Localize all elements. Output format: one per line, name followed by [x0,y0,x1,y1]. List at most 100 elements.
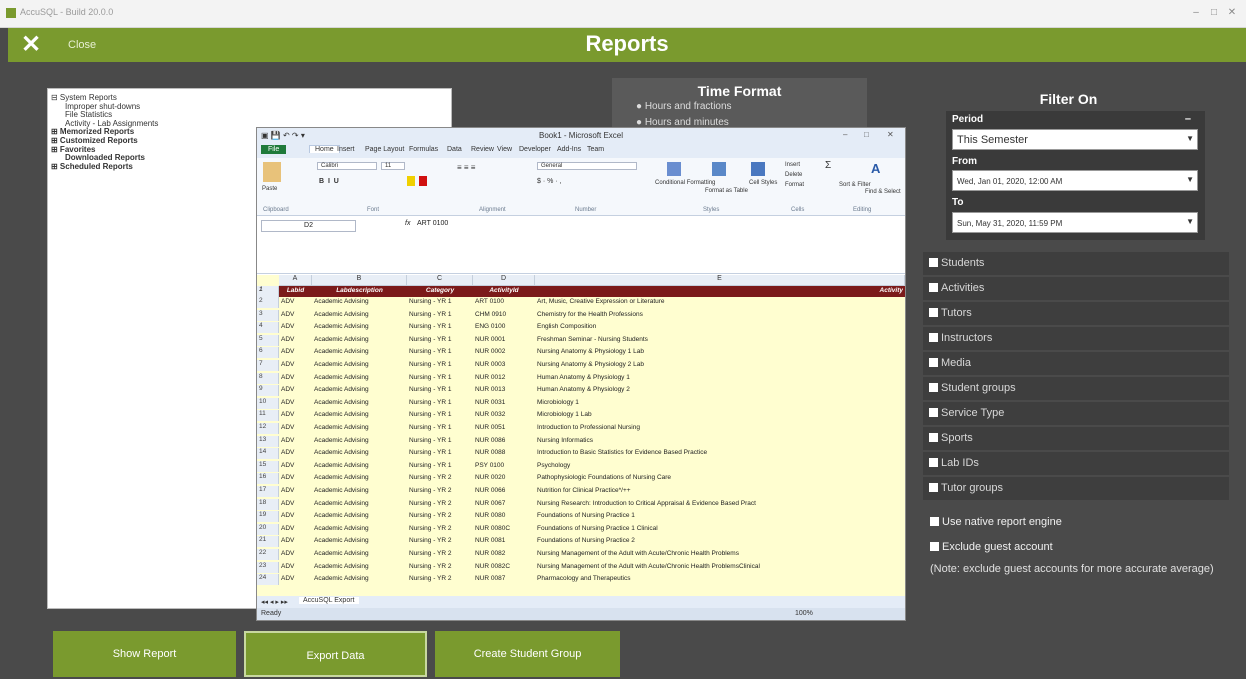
table-cell[interactable]: NUR 0080C [475,525,533,532]
table-cell[interactable]: NUR 0080 [475,512,533,519]
table-row[interactable]: 15 ADV Academic Advising Nursing - YR 1 PSY … [257,460,905,472]
table-cell[interactable]: Freshman Seminar - Nursing Students [537,336,903,343]
excel-tab[interactable]: Page Layout [365,146,404,153]
conditional-formatting-icon[interactable] [667,162,681,176]
table-cell[interactable]: ADV [281,298,310,305]
table-cell[interactable]: ENG 0100 [475,323,533,330]
table-cell[interactable]: Nursing - YR 1 [409,311,471,318]
row-number[interactable]: 22 [257,549,279,560]
table-cell[interactable]: Nursing - YR 2 [409,563,471,570]
table-cell[interactable]: ADV [281,563,310,570]
filter-category[interactable]: Lab IDs [923,452,1229,475]
table-cell[interactable]: Nursing Management of the Adult with Acu… [537,550,903,557]
table-cell[interactable]: NUR 0002 [475,348,533,355]
native-engine-checkbox[interactable]: Use native report engine [930,516,1062,528]
table-cell[interactable]: NUR 0031 [475,399,533,406]
table-cell[interactable]: ADV [281,424,310,431]
table-row[interactable]: 17 ADV Academic Advising Nursing - YR 2 NUR … [257,486,905,497]
table-cell[interactable]: Academic Advising [314,311,405,318]
row-number[interactable]: 18 [257,498,279,510]
table-cell[interactable]: Academic Advising [314,411,405,418]
excel-tab[interactable]: Add-Ins [557,146,581,153]
table-cell[interactable]: Nursing - YR 1 [409,361,471,368]
table-cell[interactable]: CHM 0910 [475,311,533,318]
table-cell[interactable]: Nursing - YR 2 [409,474,471,481]
table-cell[interactable]: Academic Advising [314,437,405,444]
table-cell[interactable]: NUR 0087 [475,575,533,582]
table-cell[interactable]: ADV [281,311,310,318]
table-cell[interactable]: Academic Advising [314,323,405,330]
table-cell[interactable]: Nursing - YR 1 [409,374,471,381]
excel-tab[interactable]: Review [471,146,494,153]
table-cell[interactable]: NUR 0082C [475,563,533,570]
table-cell[interactable]: Nursing - YR 1 [409,386,471,393]
table-cell[interactable]: NUR 0012 [475,374,533,381]
row-number[interactable]: 23 [257,561,279,573]
table-row[interactable]: 8 ADV Academic Advising Nursing - YR 1 NUR 0… [257,372,905,384]
row-number[interactable]: 13 [257,435,279,447]
table-cell[interactable]: NUR 0088 [475,449,533,456]
minimize-icon[interactable]: – [1188,6,1204,20]
table-cell[interactable]: ADV [281,411,310,418]
excel-window[interactable]: ▣ 💾 ↶ ↷ ▾ Book1 - Microsoft Excel – □ ✕ … [256,127,906,621]
table-cell[interactable]: ADV [281,575,310,582]
filter-category[interactable]: Sports [923,427,1229,450]
table-cell[interactable]: Academic Advising [314,424,405,431]
table-cell[interactable]: NUR 0066 [475,487,533,494]
table-row[interactable]: 2 ADV Academic Advising Nursing - YR 1 ART 0… [257,297,905,308]
table-cell[interactable]: NUR 0067 [475,500,533,507]
table-cell[interactable]: Academic Advising [314,386,405,393]
table-row[interactable]: 21 ADV Academic Advising Nursing - YR 2 NUR … [257,536,905,548]
table-cell[interactable]: ADV [281,336,310,343]
table-cell[interactable]: NUR 0086 [475,437,533,444]
maximize-icon[interactable]: □ [1206,6,1222,20]
paste-icon[interactable] [263,162,281,182]
spreadsheet-grid[interactable]: A B C D E 1 Labid Labdescription Category Activit… [257,275,905,596]
format-table-label[interactable]: Format as Table [705,188,748,194]
row-number[interactable]: 1 [257,286,279,297]
row-number[interactable]: 16 [257,473,279,485]
table-cell[interactable]: Microbiology 1 Lab [537,411,903,418]
table-cell[interactable]: NUR 0020 [475,474,533,481]
font-name-select[interactable]: Calibri [317,162,377,170]
font-style-icons[interactable]: B I U [319,178,339,185]
table-cell[interactable]: Microbiology 1 [537,399,903,406]
table-cell[interactable]: Nursing Anatomy & Physiology 2 Lab [537,361,903,368]
table-cell[interactable]: Chemistry for the Health Professions [537,311,903,318]
table-cell[interactable]: Nursing - YR 2 [409,487,471,494]
excel-minimize-icon[interactable]: – [843,130,847,139]
table-cell[interactable]: Nursing - YR 1 [409,298,471,305]
table-cell[interactable]: Academic Advising [314,399,405,406]
table-cell[interactable]: Nursing - YR 1 [409,449,471,456]
table-cell[interactable]: ADV [281,474,310,481]
table-cell[interactable]: Nursing - YR 2 [409,575,471,582]
column-header[interactable]: B [312,275,407,286]
table-cell[interactable]: NUR 0003 [475,361,533,368]
table-cell[interactable]: Foundations of Nursing Practice 2 [537,537,903,544]
table-cell[interactable]: Academic Advising [314,487,405,494]
table-cell[interactable]: ADV [281,525,310,532]
cell-styles-icon[interactable] [751,162,765,176]
table-cell[interactable]: Academic Advising [314,500,405,507]
table-cell[interactable]: Academic Advising [314,348,405,355]
excel-tab[interactable]: Home [309,145,340,153]
table-cell[interactable]: ADV [281,487,310,494]
sort-filter-label[interactable]: Sort & Filter [839,182,871,188]
table-cell[interactable]: Academic Advising [314,575,405,582]
excel-close-icon[interactable]: ✕ [887,130,894,139]
table-cell[interactable]: Nursing - YR 2 [409,550,471,557]
row-number[interactable]: 11 [257,410,279,422]
table-cell[interactable]: Introduction to Professional Nursing [537,424,903,431]
table-row[interactable]: 23 ADV Academic Advising Nursing - YR 2 NUR … [257,561,905,573]
table-row[interactable]: 14 ADV Academic Advising Nursing - YR 1 NUR … [257,448,905,460]
excel-tab[interactable]: Data [447,146,462,153]
filter-category[interactable]: Students [923,252,1229,275]
table-cell[interactable]: Nursing - YR 2 [409,500,471,507]
table-row[interactable]: 18 ADV Academic Advising Nursing - YR 2 NUR … [257,498,905,510]
table-cell[interactable]: ADV [281,449,310,456]
table-cell[interactable]: ADV [281,386,310,393]
table-cell[interactable]: ADV [281,512,310,519]
name-box[interactable]: D2 [261,220,356,232]
filter-category[interactable]: Instructors [923,327,1229,350]
column-header[interactable]: C [407,275,473,286]
